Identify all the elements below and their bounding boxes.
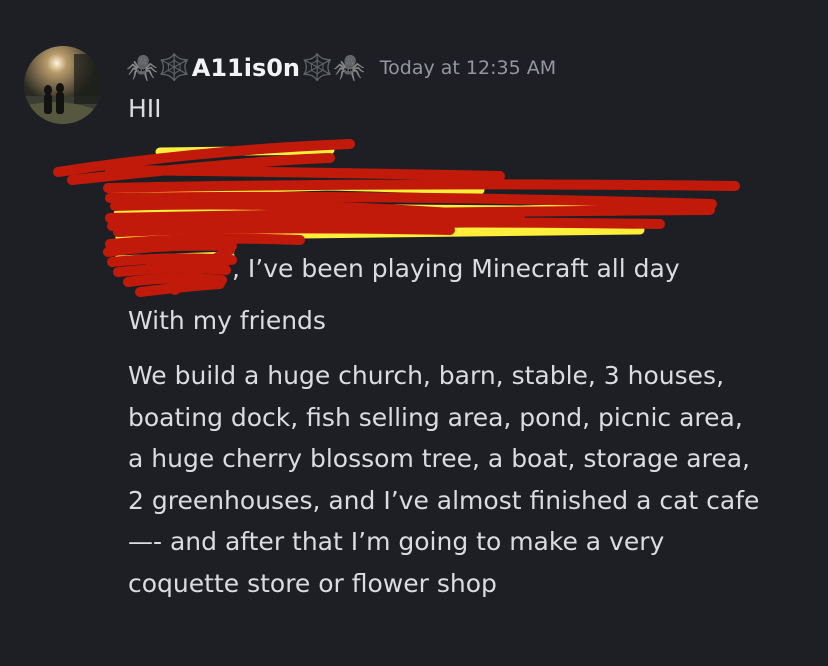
chat-message: 🕷️🕸️ A11is0n 🕸️🕷️ Today at 12:35 AM HII … (0, 0, 828, 666)
message-line-partial: , I’ve been playing Minecraft all day (232, 254, 680, 283)
message-text-line: boating dock, fish selling area, pond, p… (128, 402, 743, 432)
message-line-friends: With my friends (128, 306, 326, 335)
message-text-line: a huge cherry blossom tree, a boat, stor… (128, 444, 750, 473)
message-paragraph: We build a huge church, barn, stable, 3 … (128, 355, 759, 604)
message-text-line: 2 greenhouses, and I’ve almost finished … (128, 485, 760, 515)
message-timestamp[interactable]: Today at 12:35 AM (380, 57, 556, 79)
user-avatar[interactable] (24, 46, 102, 124)
message-line-greeting: HII (128, 94, 162, 123)
spider-web-icon: 🕷️🕸️ (126, 53, 191, 83)
username[interactable]: A11is0n (192, 54, 300, 82)
message-text-line: —- and after that I’m going to make a ve… (128, 527, 665, 556)
web-spider-icon: 🕸️🕷️ (301, 53, 366, 83)
avatar-photo (24, 46, 102, 124)
message-header: 🕷️🕸️ A11is0n 🕸️🕷️ Today at 12:35 AM (126, 50, 556, 86)
message-text-line: coquette store or flower shop (128, 568, 497, 598)
message-text-line: We build a huge church, barn, stable, 3 … (128, 361, 725, 390)
